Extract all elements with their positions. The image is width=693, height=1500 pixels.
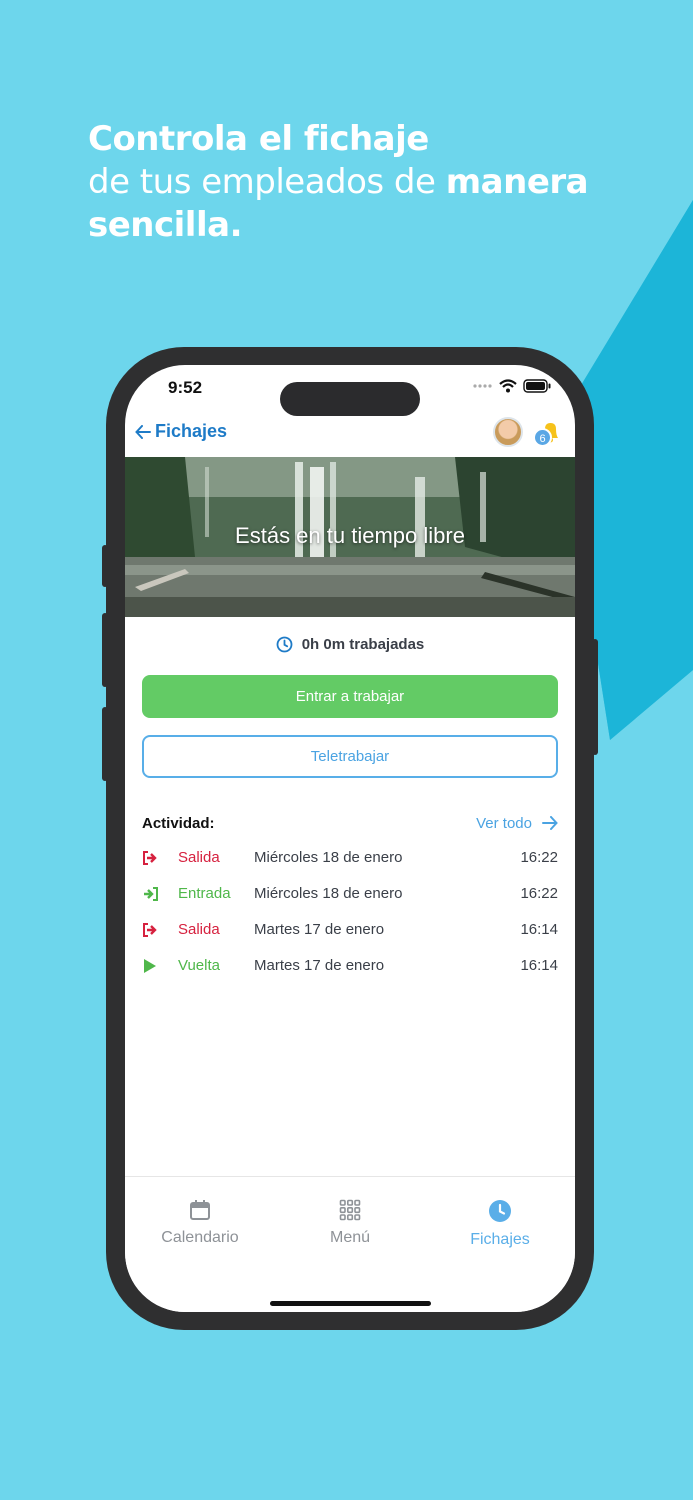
enter-icon xyxy=(144,887,158,901)
back-label: Fichajes xyxy=(155,421,228,441)
wifi-icon xyxy=(499,379,517,393)
home-indicator xyxy=(270,1301,431,1306)
tab-bar: Calendario Menú Fichajes xyxy=(125,1176,575,1312)
hero-title: Estás en tu tiempo libre xyxy=(235,523,465,548)
activity-time: 16:22 xyxy=(520,849,558,866)
tab-label: Menú xyxy=(329,1229,371,1246)
volume-down-button xyxy=(102,707,108,781)
activity-row[interactable]: Vuelta Martes 17 de enero 16:14 xyxy=(142,956,558,992)
volume-up-button xyxy=(102,613,108,687)
dynamic-island xyxy=(280,382,420,416)
activity-time: 16:14 xyxy=(520,921,558,938)
arrow-right-icon xyxy=(542,816,558,830)
worked-time-label: 0h 0m trabajadas xyxy=(301,636,425,653)
headline-line-3: sencilla. xyxy=(88,205,242,245)
power-button xyxy=(592,639,598,755)
headline-line-2: de tus empleados de xyxy=(88,162,446,202)
tab-menu[interactable]: Menú xyxy=(275,1199,425,1247)
tab-calendario[interactable]: Calendario xyxy=(125,1199,275,1247)
activity-type: Salida xyxy=(178,849,220,866)
back-button[interactable]: Fichajes xyxy=(135,421,227,442)
exit-icon xyxy=(143,851,157,865)
activity-title: Actividad: xyxy=(142,814,215,832)
hero-banner: Estás en tu tiempo libre xyxy=(125,457,575,617)
notification-badge: 6 xyxy=(533,428,552,447)
telework-button[interactable]: Teletrabajar xyxy=(142,735,558,778)
activity-date: Miércoles 18 de enero xyxy=(254,885,403,902)
activity-row[interactable]: Salida Miércoles 18 de enero 16:22 xyxy=(142,848,558,884)
activity-date: Miércoles 18 de enero xyxy=(254,849,403,866)
marketing-headline: Controla el fichaje de tus empleados de … xyxy=(88,118,589,247)
activity-row[interactable]: Salida Martes 17 de enero 16:14 xyxy=(142,920,558,956)
activity-time: 16:14 xyxy=(520,957,558,974)
activity-header: Actividad: Ver todo xyxy=(142,813,558,833)
enter-work-button[interactable]: Entrar a trabajar xyxy=(142,675,558,718)
activity-time: 16:22 xyxy=(520,885,558,902)
worked-time: 0h 0m trabajadas xyxy=(125,636,575,653)
headline-line-1: Controla el fichaje xyxy=(88,119,429,159)
tab-label: Fichajes xyxy=(470,1231,530,1248)
phone-screen: 9:52 Fichajes 6 Estás en tu tiempo libre… xyxy=(125,365,575,1312)
tab-label: Calendario xyxy=(161,1229,239,1246)
headline-line-2-bold: manera xyxy=(445,162,589,202)
activity-list: Salida Miércoles 18 de enero 16:22 Entra… xyxy=(142,848,558,992)
signal-icon xyxy=(473,384,492,388)
activity-type: Salida xyxy=(178,921,220,938)
see-all-label: Ver todo xyxy=(476,814,532,832)
phone-frame: 9:52 Fichajes 6 Estás en tu tiempo libre… xyxy=(102,347,598,1330)
activity-row[interactable]: Entrada Miércoles 18 de enero 16:22 xyxy=(142,884,558,920)
exit-icon xyxy=(143,923,157,937)
tab-fichajes[interactable]: Fichajes xyxy=(425,1199,575,1249)
activity-date: Martes 17 de enero xyxy=(254,957,385,974)
arrow-left-icon xyxy=(135,424,151,439)
activity-type: Entrada xyxy=(178,885,231,902)
clock-icon xyxy=(276,636,293,653)
grid-icon xyxy=(339,1199,361,1221)
calendar-icon xyxy=(190,1200,210,1220)
avatar[interactable] xyxy=(493,417,523,447)
play-icon xyxy=(144,959,156,973)
see-all-link[interactable]: Ver todo xyxy=(476,815,558,832)
navbar: Fichajes 6 xyxy=(125,413,575,457)
side-button xyxy=(102,545,108,587)
battery-icon xyxy=(523,379,551,393)
activity-type: Vuelta xyxy=(178,957,220,974)
activity-date: Martes 17 de enero xyxy=(254,921,385,938)
status-icons xyxy=(473,379,551,393)
clock-icon xyxy=(489,1200,511,1222)
status-time: 9:52 xyxy=(168,378,203,397)
